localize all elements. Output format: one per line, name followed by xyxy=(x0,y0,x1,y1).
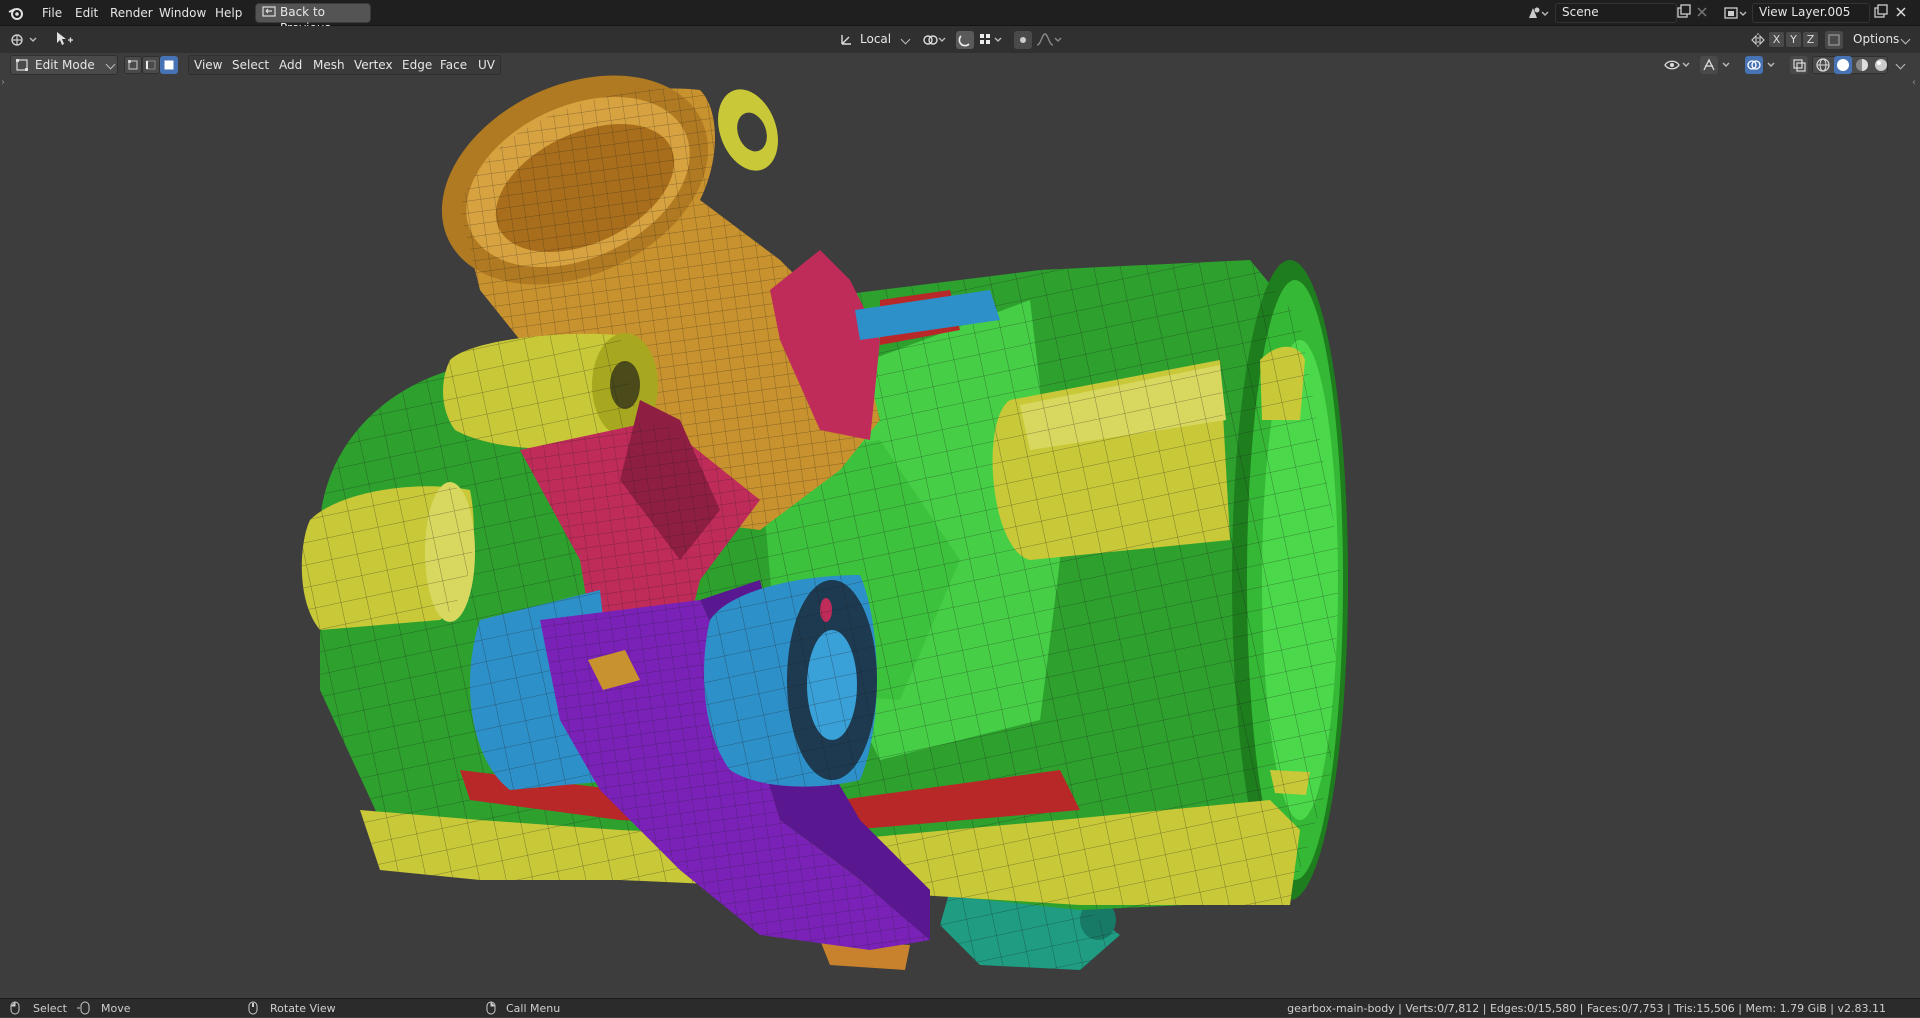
axis-z-label: Z xyxy=(1806,33,1815,46)
mode-dropdown-icon xyxy=(105,59,116,70)
shading-options-icon[interactable] xyxy=(1895,59,1906,70)
menu-edge[interactable]: Edge xyxy=(396,56,438,74)
rendered-shading-icon[interactable] xyxy=(1873,57,1889,76)
menu-edit[interactable]: Edit xyxy=(68,4,105,22)
viewport-header: Edit Mode View Select Add Mesh Vertex Ed… xyxy=(0,53,1920,88)
menu-vertex[interactable]: Vertex xyxy=(348,56,399,74)
back-to-previous-button[interactable]: Back to Previous xyxy=(255,3,371,35)
mirror-z-toggle[interactable]: Z xyxy=(1802,31,1819,48)
new-scene-icon[interactable] xyxy=(1676,4,1692,23)
orientation-dropdown-icon[interactable] xyxy=(900,34,911,45)
menu-view[interactable]: View xyxy=(188,56,228,74)
editor-type-icon[interactable] xyxy=(10,32,40,51)
wireframe-shading-icon[interactable] xyxy=(1815,57,1831,76)
back-screen-icon xyxy=(262,6,276,23)
menu-face[interactable]: Face xyxy=(434,56,473,74)
view-layer-icon[interactable] xyxy=(1724,5,1748,24)
status-rotate-view: Rotate View xyxy=(270,1002,336,1015)
edge-select-icon xyxy=(146,60,156,70)
edge-select-toggle[interactable] xyxy=(142,56,160,74)
mode-label: Edit Mode xyxy=(35,58,95,72)
sidebar-expand-icon[interactable]: ‹ xyxy=(1912,77,1916,88)
mouse-right-icon xyxy=(486,1001,496,1018)
new-view-layer-icon[interactable] xyxy=(1873,4,1889,23)
delete-view-layer-icon[interactable] xyxy=(1894,5,1908,22)
mouse-middle-icon xyxy=(248,1001,258,1018)
view-layer-name: View Layer.005 xyxy=(1759,5,1851,19)
vertex-select-toggle[interactable] xyxy=(124,56,142,74)
status-select: Select xyxy=(33,1002,67,1015)
snap-toggle-icon[interactable] xyxy=(956,31,974,52)
snap-target-icon[interactable] xyxy=(978,32,1004,51)
edit-mode-icon xyxy=(15,58,29,77)
status-bar: Select Move Rotate View Call Menu gearbo… xyxy=(0,998,1920,1017)
mesh-model[interactable] xyxy=(0,53,1920,998)
options-dropdown[interactable]: Options xyxy=(1853,32,1899,46)
scene-name-field[interactable]: Scene xyxy=(1555,3,1677,23)
transform-orientation-icon[interactable] xyxy=(838,32,854,51)
mode-selector[interactable]: Edit Mode xyxy=(10,55,118,75)
material-preview-icon[interactable] xyxy=(1854,57,1870,76)
blender-logo-icon[interactable] xyxy=(8,5,24,24)
gizmo-toggle-icon[interactable] xyxy=(1700,56,1736,77)
view-layer-field[interactable]: View Layer.005 xyxy=(1752,3,1870,23)
mouse-drag-icon xyxy=(76,1001,92,1018)
axis-y-label: Y xyxy=(1790,33,1797,46)
scene-name: Scene xyxy=(1562,5,1599,19)
menu-select[interactable]: Select xyxy=(226,56,275,74)
vertex-select-icon xyxy=(128,60,138,70)
face-select-icon xyxy=(164,60,174,70)
delete-scene-icon[interactable] xyxy=(1695,5,1709,22)
top-bar: File Edit Render Window Help Back to Pre… xyxy=(0,0,1920,35)
3d-viewport[interactable] xyxy=(0,53,1920,998)
auto-merge-icon[interactable] xyxy=(1825,31,1843,52)
pivot-point-icon[interactable] xyxy=(922,32,948,51)
options-dropdown-icon[interactable] xyxy=(1900,34,1911,45)
mirror-x-toggle[interactable]: X xyxy=(1768,31,1785,48)
move-tool-icon[interactable] xyxy=(54,31,74,52)
menu-window[interactable]: Window xyxy=(152,4,213,22)
menu-mesh[interactable]: Mesh xyxy=(307,56,351,74)
face-select-toggle[interactable] xyxy=(160,56,178,74)
menu-help[interactable]: Help xyxy=(208,4,249,22)
scene-statistics: gearbox-main-body | Verts:0/7,812 | Edge… xyxy=(1287,1002,1886,1015)
proportional-edit-icon[interactable] xyxy=(1014,31,1032,52)
solid-shading-icon[interactable] xyxy=(1834,56,1852,77)
mirror-options-icon[interactable] xyxy=(1750,32,1766,51)
menu-uv[interactable]: UV xyxy=(472,56,501,74)
mouse-left-icon xyxy=(10,1001,20,1018)
transform-orientation-value[interactable]: Local xyxy=(860,32,891,46)
toolbar-expand-icon[interactable]: › xyxy=(1,77,5,88)
menu-file[interactable]: File xyxy=(35,4,69,22)
menu-add[interactable]: Add xyxy=(273,56,308,74)
mirror-y-toggle[interactable]: Y xyxy=(1785,31,1802,48)
status-call-menu: Call Menu xyxy=(506,1002,561,1015)
axis-x-label: X xyxy=(1772,33,1781,46)
xray-toggle-icon[interactable] xyxy=(1790,56,1808,77)
status-move: Move xyxy=(101,1002,131,1015)
overlays-toggle-icon[interactable] xyxy=(1745,56,1781,77)
falloff-curve-icon[interactable] xyxy=(1036,32,1062,51)
scene-icon[interactable] xyxy=(1527,5,1549,24)
visibility-selectability-icon[interactable] xyxy=(1664,57,1692,76)
tool-settings-bar: Local X Y Z Options xyxy=(0,26,1920,53)
